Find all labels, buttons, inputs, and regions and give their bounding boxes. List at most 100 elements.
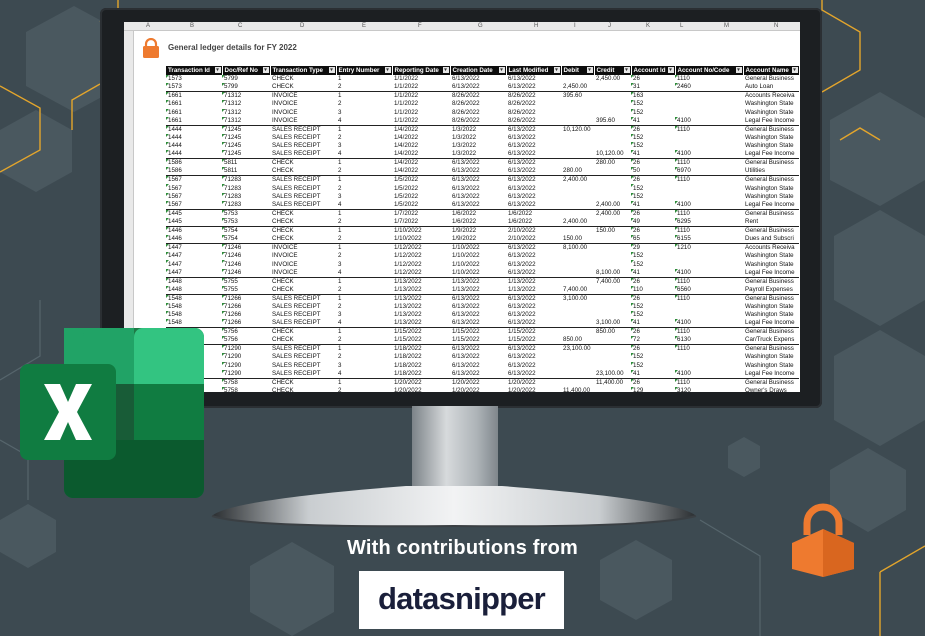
table-cell[interactable]: 5811 <box>222 167 270 176</box>
table-cell[interactable] <box>594 218 631 227</box>
table-cell[interactable]: Washington State <box>743 353 799 361</box>
table-cell[interactable] <box>594 124 631 134</box>
table-cell[interactable]: 71290 <box>222 361 270 370</box>
table-cell[interactable]: Legal Fee Income <box>743 370 799 379</box>
table-cell[interactable]: 152 <box>631 133 675 142</box>
table-cell[interactable]: 1586 <box>166 167 222 176</box>
table-cell[interactable]: Washington State <box>743 252 799 260</box>
table-cell[interactable]: 1110 <box>675 124 743 134</box>
table-cell[interactable]: 41 <box>631 116 675 126</box>
table-cell[interactable]: 1 <box>336 327 392 337</box>
table-cell[interactable]: 71245 <box>222 124 270 134</box>
table-cell[interactable]: 6/13/2022 <box>506 193 561 201</box>
table-cell[interactable]: Legal Fee Income <box>743 269 799 278</box>
table-cell[interactable]: CHECK <box>270 218 336 227</box>
table-cell[interactable]: 26 <box>631 344 675 354</box>
table-cell[interactable]: 26 <box>631 327 675 337</box>
table-cell[interactable]: 6/13/2022 <box>506 353 561 361</box>
table-cell[interactable]: 1/10/2022 <box>450 252 506 260</box>
table-cell[interactable]: 1444 <box>166 133 222 142</box>
table-row[interactable]: 159871290SALES RECEIPT11/18/20226/13/202… <box>166 344 799 354</box>
table-cell[interactable]: 152 <box>631 108 675 117</box>
table-cell[interactable]: 1/13/2022 <box>450 276 506 286</box>
table-cell[interactable] <box>594 193 631 201</box>
table-cell[interactable]: INVOICE <box>270 100 336 108</box>
table-cell[interactable]: 1444 <box>166 142 222 150</box>
table-cell[interactable]: 6155 <box>675 235 743 244</box>
table-cell[interactable]: 10,120.00 <box>594 150 631 159</box>
table-cell[interactable]: 1110 <box>675 175 743 185</box>
table-cell[interactable] <box>561 150 594 159</box>
table-row[interactable]: 14505758CHECK11/20/20221/20/20221/20/202… <box>166 377 799 387</box>
table-cell[interactable]: 1/13/2022 <box>506 276 561 286</box>
table-cell[interactable]: 26 <box>631 226 675 236</box>
filter-dropdown-icon[interactable]: ▾ <box>384 67 391 73</box>
table-row[interactable]: 1548 71266 SALES RECEIPT 3 1/13/2022 6/13/202… <box>166 310 799 319</box>
table-cell[interactable]: 41 <box>631 150 675 159</box>
table-cell[interactable]: 1661 <box>166 91 222 101</box>
table-cell[interactable]: CHECK <box>270 167 336 176</box>
table-cell[interactable]: 1447 <box>166 260 222 268</box>
table-cell[interactable]: 23,100.00 <box>594 370 631 379</box>
table-row[interactable]: 1567 71283 SALES RECEIPT 1 1/5/2022 6/13/2022… <box>166 175 799 185</box>
table-row[interactable]: 14495756CHECK21/15/20221/15/20221/15/202… <box>166 336 799 345</box>
table-cell[interactable]: 6130 <box>675 336 743 345</box>
table-cell[interactable]: 1/6/2022 <box>450 218 506 227</box>
table-cell[interactable]: 2 <box>336 235 392 244</box>
column-header[interactable]: Account Name ▾ <box>743 66 800 75</box>
table-cell[interactable]: 4 <box>336 117 392 126</box>
table-cell[interactable]: SALES RECEIPT <box>270 303 336 311</box>
table-cell[interactable] <box>561 134 594 142</box>
table-cell[interactable]: 6/13/2022 <box>506 344 561 354</box>
table-cell[interactable]: Payroll Expenses <box>743 286 799 295</box>
table-cell[interactable]: 1/3/2022 <box>450 124 506 134</box>
table-cell[interactable]: 1/1/2022 <box>392 83 450 92</box>
table-cell[interactable]: Dues and Subscri <box>743 235 799 244</box>
table-cell[interactable] <box>561 311 594 319</box>
table-cell[interactable]: INVOICE <box>270 252 336 260</box>
table-cell[interactable]: 152 <box>631 142 675 150</box>
table-cell[interactable]: 1567 <box>166 201 222 210</box>
table-cell[interactable]: 3120 <box>675 386 743 392</box>
table-cell[interactable]: INVOICE <box>270 243 336 253</box>
table-cell[interactable] <box>561 193 594 201</box>
filter-dropdown-icon[interactable]: ▾ <box>791 67 798 73</box>
table-cell[interactable]: 6/13/2022 <box>506 269 561 278</box>
filter-dropdown-icon[interactable]: ▾ <box>553 67 560 73</box>
table-cell[interactable]: 1/6/2022 <box>450 209 506 219</box>
table-cell[interactable]: 71266 <box>222 319 270 328</box>
table-cell[interactable]: 1446 <box>166 235 222 244</box>
table-cell[interactable]: 1/13/2022 <box>392 286 450 295</box>
column-header[interactable]: Entry Number ▾ <box>336 66 393 75</box>
table-cell[interactable]: 6/13/2022 <box>450 75 506 83</box>
table-cell[interactable]: 5758 <box>222 377 270 387</box>
table-cell[interactable]: 5799 <box>222 75 270 83</box>
table-cell[interactable]: 1 <box>336 91 392 101</box>
table-cell[interactable]: 6/13/2022 <box>506 319 561 328</box>
table-cell[interactable]: 3 <box>336 260 392 268</box>
table-cell[interactable]: 31 <box>631 83 675 92</box>
table-cell[interactable]: 2 <box>336 167 392 176</box>
table-row[interactable]: 1567 71283 SALES RECEIPT 3 1/5/2022 6/13/2022… <box>166 192 799 201</box>
table-cell[interactable]: 71246 <box>222 260 270 268</box>
table-cell[interactable]: 1110 <box>675 377 743 387</box>
table-cell[interactable]: 1/15/2022 <box>506 327 561 337</box>
table-cell[interactable]: Accounts Receiva <box>743 243 799 253</box>
table-cell[interactable]: 1/20/2022 <box>450 377 506 387</box>
table-cell[interactable] <box>675 109 743 117</box>
table-cell[interactable]: Accounts Receiva <box>743 91 799 101</box>
table-cell[interactable]: 2/10/2022 <box>506 235 561 244</box>
table-cell[interactable]: General Business <box>743 327 799 337</box>
table-row[interactable]: 1448 5755 CHECK 2 1/13/2022 1/13/2022 1/13/202… <box>166 285 799 295</box>
table-cell[interactable]: 1586 <box>166 158 222 168</box>
table-cell[interactable]: 1/20/2022 <box>392 377 450 387</box>
table-cell[interactable]: CHECK <box>270 226 336 236</box>
table-cell[interactable]: 8,100.00 <box>594 269 631 278</box>
table-cell[interactable]: CHECK <box>270 286 336 295</box>
table-row[interactable]: 1567 71283 SALES RECEIPT 4 1/5/2022 6/13/2022… <box>166 201 799 210</box>
table-cell[interactable] <box>675 142 743 150</box>
filter-dropdown-icon[interactable]: ▾ <box>498 67 505 73</box>
table-cell[interactable]: 1/13/2022 <box>392 311 450 319</box>
table-cell[interactable] <box>675 362 743 370</box>
table-cell[interactable]: 4100 <box>675 116 743 126</box>
